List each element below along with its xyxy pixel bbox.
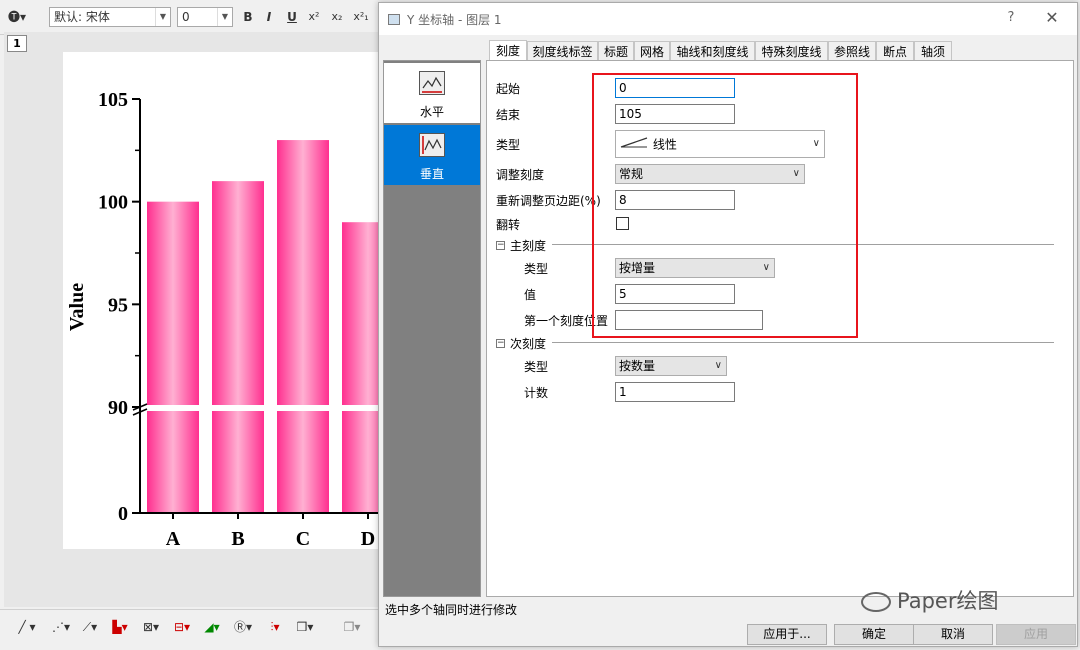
italic-button[interactable]: I	[261, 7, 277, 27]
bold-button[interactable]: B	[240, 7, 256, 27]
y-tick-label: 95	[108, 294, 128, 316]
horizontal-axis-icon	[419, 71, 445, 95]
close-button[interactable]: ✕	[1042, 8, 1062, 28]
template-icon[interactable]: ❐▾	[332, 617, 372, 637]
dialog-app-icon	[388, 14, 400, 25]
polar-plot-icon[interactable]: Ⓡ▾	[229, 617, 257, 637]
font-combo[interactable]: 默认: 宋体 ▼	[49, 7, 171, 27]
watermark-text: Paper绘图	[897, 589, 999, 613]
x-tick-label: D	[361, 528, 375, 549]
bar-B	[212, 181, 264, 513]
chevron-down-icon: ∨	[714, 360, 722, 371]
stock-plot-icon[interactable]: ⫶▾	[261, 617, 289, 637]
line-tool-icon[interactable]: ╱ ▾	[8, 617, 46, 637]
start-label: 起始	[496, 82, 521, 96]
layer-indicator[interactable]: 1	[7, 35, 27, 52]
type-label: 类型	[496, 138, 521, 152]
section-divider	[552, 342, 1054, 343]
tab-tick-labels[interactable]: 刻度线标签	[527, 41, 598, 61]
box-plot-icon[interactable]: ⊟▾	[168, 617, 196, 637]
tab-line-and-ticks[interactable]: 轴线和刻度线	[670, 41, 755, 61]
tab-scale[interactable]: 刻度	[489, 40, 527, 62]
bar-chart[interactable]: A B C D 105 100 95 90 0 Value	[63, 52, 380, 549]
x-tick-label: A	[166, 528, 181, 549]
text-tool-icon[interactable]: 🅣▾	[2, 7, 32, 27]
cancel-button[interactable]: 取消	[913, 624, 993, 645]
minor-count-input[interactable]	[615, 382, 735, 402]
bar-D	[342, 222, 380, 513]
y-axis-label: Value	[66, 283, 88, 331]
supersubscript-button[interactable]: x²₁	[350, 7, 372, 27]
dialog-titlebar: Y 坐标轴 - 图层 1 ? ✕	[379, 3, 1077, 35]
tab-title[interactable]: 标题	[598, 41, 634, 61]
column-plot-icon[interactable]: ▙▾	[106, 617, 134, 637]
bar-C	[277, 140, 329, 514]
apply-button[interactable]: 应用	[996, 624, 1076, 645]
superscript-button[interactable]: x²	[305, 7, 323, 27]
wechat-logo-icon	[861, 592, 891, 612]
highlight-box	[592, 73, 858, 338]
bar-A	[147, 201, 199, 513]
line-symbol-tool-icon[interactable]: ⟋▾	[76, 617, 104, 637]
minor-type-value: 按数量	[619, 359, 656, 373]
ok-button[interactable]: 确定	[834, 624, 914, 645]
format-toolbar: 🅣▾ 默认: 宋体 ▼ 0 ▼ B I U x² x₂ x²₁	[0, 0, 380, 35]
chevron-down-icon: ▼	[217, 8, 232, 26]
tab-grid[interactable]: 网格	[634, 41, 670, 61]
side-item-label: 垂直	[419, 167, 444, 181]
major-type-label: 类型	[524, 262, 549, 276]
minor-type-label: 类型	[524, 360, 549, 374]
y-tick-label: 0	[118, 503, 128, 525]
side-item-horizontal[interactable]: 水平	[384, 63, 480, 123]
minor-type-select[interactable]: 按数量 ∨	[615, 356, 727, 376]
x-tick-label: B	[231, 528, 244, 549]
rescale-margin-label: 重新调整页边距(%)	[496, 194, 601, 208]
collapse-major-icon[interactable]: −	[496, 241, 505, 250]
flip-label: 翻转	[496, 218, 521, 232]
watermark: Paper绘图	[861, 585, 998, 615]
minor-count-label: 计数	[524, 386, 549, 400]
tab-special-ticks[interactable]: 特殊刻度线	[755, 41, 828, 61]
drawing-toolbar: ╱ ▾ ⋰▾ ⟋▾ ▙▾ ⊠▾ ⊟▾ ◢▾ Ⓡ▾ ⫶▾ ❒▾ ❐▾	[0, 609, 380, 650]
minor-ticks-section: 次刻度	[510, 337, 547, 351]
vertical-axis-icon	[419, 133, 445, 157]
plot-page: A B C D 105 100 95 90 0 Value	[63, 52, 380, 549]
axis-break-band	[141, 405, 380, 411]
underline-button[interactable]: U	[284, 7, 300, 27]
y-tick-label: 90	[108, 397, 128, 419]
dialog-title: Y 坐标轴 - 图层 1	[407, 13, 502, 27]
subscript-button[interactable]: x₂	[328, 7, 346, 27]
end-label: 结束	[496, 108, 521, 122]
matrix-plot-icon[interactable]: ⊠▾	[138, 617, 164, 637]
side-item-label: 水平	[419, 105, 444, 119]
x-tick-label: C	[296, 528, 310, 549]
y-tick-label: 105	[98, 89, 128, 111]
chevron-down-icon: ▼	[155, 8, 170, 26]
tab-rug[interactable]: 轴须	[914, 41, 952, 61]
apply-to-button[interactable]: 应用于...	[747, 624, 827, 645]
major-value-label: 值	[524, 288, 537, 302]
tab-reference-lines[interactable]: 参照线	[828, 41, 876, 61]
collapse-minor-icon[interactable]: −	[496, 339, 505, 348]
status-text: 选中多个轴同时进行修改	[385, 603, 518, 617]
font-combo-value: 默认: 宋体	[54, 10, 110, 24]
3d-plot-icon[interactable]: ❒▾	[291, 617, 319, 637]
rescale-label: 调整刻度	[496, 168, 545, 182]
major-ticks-section: 主刻度	[510, 239, 547, 253]
scatter-tool-icon[interactable]: ⋰▾	[48, 617, 74, 637]
area-plot-icon[interactable]: ◢▾	[198, 617, 226, 637]
font-size-value: 0	[182, 10, 190, 24]
side-item-vertical[interactable]: 垂直	[384, 125, 480, 185]
tab-breaks[interactable]: 断点	[876, 41, 914, 61]
font-size-combo[interactable]: 0 ▼	[177, 7, 233, 27]
y-axis-dialog: Y 坐标轴 - 图层 1 ? ✕ 刻度 刻度线标签 标题 网格 轴线和刻度线 特…	[378, 2, 1078, 647]
help-button[interactable]: ?	[1001, 10, 1021, 28]
axis-selector-list: 水平 垂直	[383, 60, 481, 597]
y-tick-label: 100	[98, 192, 128, 214]
